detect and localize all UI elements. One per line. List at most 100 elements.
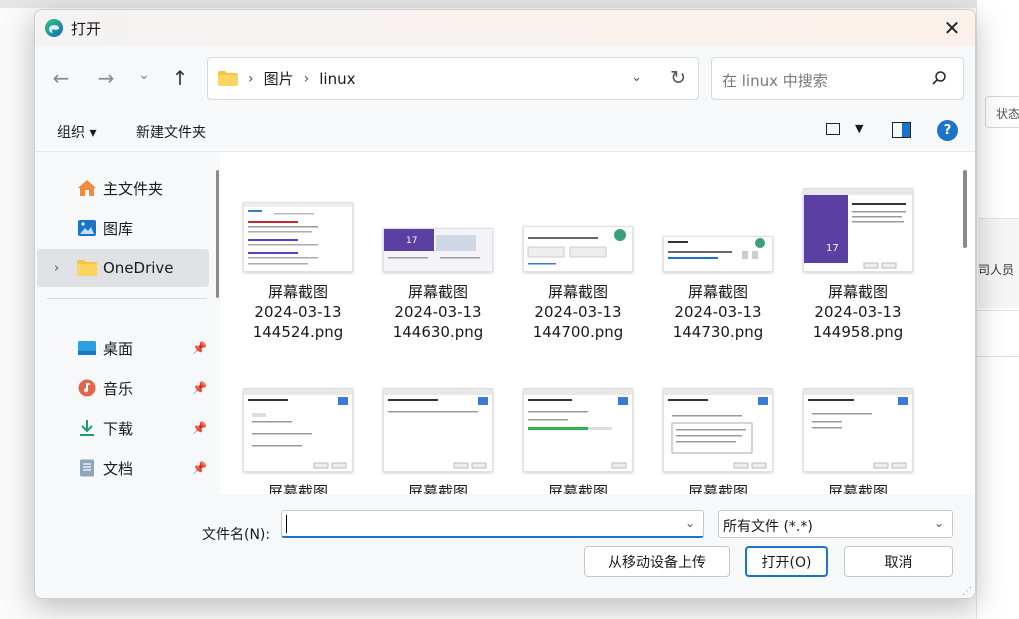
edge-icon (45, 19, 63, 37)
download-prompt-thumbnail (524, 227, 632, 271)
file-thumbnail: 17 (383, 228, 493, 272)
file-name-line1: 屏幕截图 (687, 283, 748, 301)
view-mode-icon[interactable] (826, 123, 840, 135)
open-file-dialog: 打开 ✕ ← → ⌄ ↑ › 图片 › linux ⌄ ↻ 在 linux 中搜… (34, 9, 976, 599)
file-name-line1: 屏幕截图 (407, 283, 468, 301)
file-name-line1: 屏幕截图 (267, 283, 328, 301)
file-name-line1: 屏幕截图 (547, 283, 608, 301)
file-item[interactable]: 屏幕截图 (650, 388, 786, 494)
sidebar-item-documents[interactable]: 文档 📌 (37, 449, 209, 487)
new-folder-button[interactable]: 新建文件夹 (136, 122, 206, 142)
open-button[interactable]: 打开(O) (745, 546, 828, 577)
file-item[interactable]: 屏幕截图 (370, 388, 506, 494)
background-divider (976, 310, 1019, 311)
vmware-banner-thumbnail: 17 (384, 229, 492, 271)
wizard-window-thumbnail (384, 389, 492, 471)
pin-icon[interactable]: 📌 (192, 421, 207, 435)
file-item[interactable]: 屏幕截图 2024-03-13 144524.png (230, 202, 366, 342)
pin-icon[interactable]: 📌 (192, 461, 207, 475)
file-thumbnail (803, 388, 913, 472)
chevron-down-icon[interactable]: ⌄ (685, 516, 695, 530)
file-name-line3: 144700.png (532, 323, 624, 341)
filetype-select[interactable]: 所有文件 (*.*) ⌄ (718, 510, 953, 538)
chevron-down-icon: ⌄ (933, 516, 944, 530)
breadcrumb-separator: › (303, 70, 310, 87)
download-progress-thumbnail (664, 237, 772, 271)
sidebar-item-label: 文档 (103, 459, 134, 478)
sidebar-scrollbar[interactable] (216, 170, 219, 298)
file-item[interactable]: 屏幕截图 2024-03-13 144730.png (650, 202, 786, 342)
installer-window-thumbnail: 17 (804, 189, 912, 271)
file-name-line2: 2024-03-13 (814, 303, 902, 321)
search-box[interactable]: 在 linux 中搜索 (711, 57, 964, 100)
sidebar-item-label: 下载 (103, 419, 134, 438)
search-icon[interactable] (931, 70, 947, 86)
wizard-window-thumbnail (244, 389, 352, 471)
back-button[interactable]: ← (46, 63, 76, 93)
filename-input[interactable]: ⌄ (281, 510, 704, 538)
file-item[interactable]: 17 屏幕截图 2024-03-13 144958.png (790, 188, 926, 342)
file-thumbnail (383, 388, 493, 472)
close-button[interactable]: ✕ (929, 10, 975, 46)
file-name-line2: 2024-03-13 (534, 303, 622, 321)
sidebar-item-home[interactable]: 主文件夹 (37, 169, 209, 207)
upload-from-mobile-button[interactable]: 从移动设备上传 (584, 546, 730, 577)
sidebar-item-music[interactable]: 音乐 📌 (37, 369, 209, 407)
file-name-line1: 屏幕截图 (827, 483, 888, 494)
title-bar: 打开 ✕ (35, 10, 975, 46)
file-item[interactable]: 屏幕截图 (790, 388, 926, 494)
folder-icon (218, 71, 238, 86)
breadcrumb-pictures[interactable]: 图片 (264, 68, 294, 89)
background-status-label: 状态 (985, 96, 1019, 128)
sidebar-item-label: 主文件夹 (103, 179, 164, 198)
view-dropdown-icon[interactable]: ▼ (855, 122, 863, 135)
address-dropdown-icon[interactable]: ⌄ (631, 70, 642, 85)
file-name-line1: 屏幕截图 (547, 483, 608, 494)
sidebar-item-onedrive[interactable]: › OneDrive (37, 249, 209, 287)
file-thumbnail (523, 388, 633, 472)
wizard-window-thumbnail (804, 389, 912, 471)
file-name-line1: 屏幕截图 (267, 483, 328, 494)
pin-icon[interactable]: 📌 (192, 341, 207, 355)
preview-pane-icon[interactable] (892, 122, 911, 138)
chevron-right-icon[interactable]: › (54, 261, 59, 276)
file-name-line1: 屏幕截图 (407, 483, 468, 494)
file-item[interactable]: 屏幕截图 2024-03-13 144700.png (510, 202, 646, 342)
file-view-scrollbar[interactable] (963, 170, 967, 248)
desktop-icon (78, 341, 96, 355)
address-bar[interactable]: › 图片 › linux ⌄ ↻ (207, 57, 699, 100)
refresh-icon[interactable]: ↻ (670, 67, 686, 89)
file-name-line1: 屏幕截图 (827, 283, 888, 301)
up-button[interactable]: ↑ (165, 63, 195, 93)
file-item[interactable]: 17 屏幕截图 2024-03-13 144630.png (370, 202, 506, 342)
button-label: 从移动设备上传 (608, 554, 706, 571)
dialog-footer: 文件名(N): ⌄ 所有文件 (*.*) ⌄ 从移动设备上传 打开(O) 取消 … (35, 494, 975, 598)
file-item[interactable]: 屏幕截图 (510, 388, 646, 494)
sidebar-item-label: OneDrive (103, 259, 174, 277)
breadcrumb-linux[interactable]: linux (319, 70, 355, 88)
file-thumbnail (523, 226, 633, 272)
sidebar-item-gallery[interactable]: 图库 (37, 209, 209, 247)
navigation-bar: ← → ⌄ ↑ › 图片 › linux ⌄ ↻ 在 linux 中搜索 (35, 46, 975, 110)
arrow-left-icon: ← (52, 66, 70, 90)
file-name-line2: 2024-03-13 (254, 303, 342, 321)
forward-button[interactable]: → (91, 63, 121, 93)
navigation-pane: 主文件夹 图库 › OneDrive 桌面 📌 音乐 📌 下载 📌 文档 📌 (35, 152, 220, 494)
sidebar-item-downloads[interactable]: 下载 📌 (37, 409, 209, 447)
file-view: 屏幕截图 2024-03-13 144524.png 17 屏幕截图 2024-… (230, 152, 957, 494)
background-topbar (0, 0, 1019, 8)
file-item[interactable]: 屏幕截图 (230, 388, 366, 494)
download-icon (80, 420, 94, 436)
cancel-button[interactable]: 取消 (844, 546, 953, 577)
pin-icon[interactable]: 📌 (192, 381, 207, 395)
filename-label: 文件名(N): (202, 527, 271, 543)
organize-menu[interactable]: 组织 ▾ (57, 122, 96, 142)
recent-locations-button[interactable]: ⌄ (129, 60, 159, 90)
sidebar-item-desktop[interactable]: 桌面 📌 (37, 329, 209, 367)
help-icon[interactable]: ? (937, 120, 958, 141)
folder-icon (77, 260, 97, 276)
resize-grip-icon[interactable]: ⋰ (962, 586, 972, 597)
file-name-line3: 144730.png (672, 323, 764, 341)
help-symbol: ? (943, 123, 952, 138)
file-name-line2: 2024-03-13 (674, 303, 762, 321)
